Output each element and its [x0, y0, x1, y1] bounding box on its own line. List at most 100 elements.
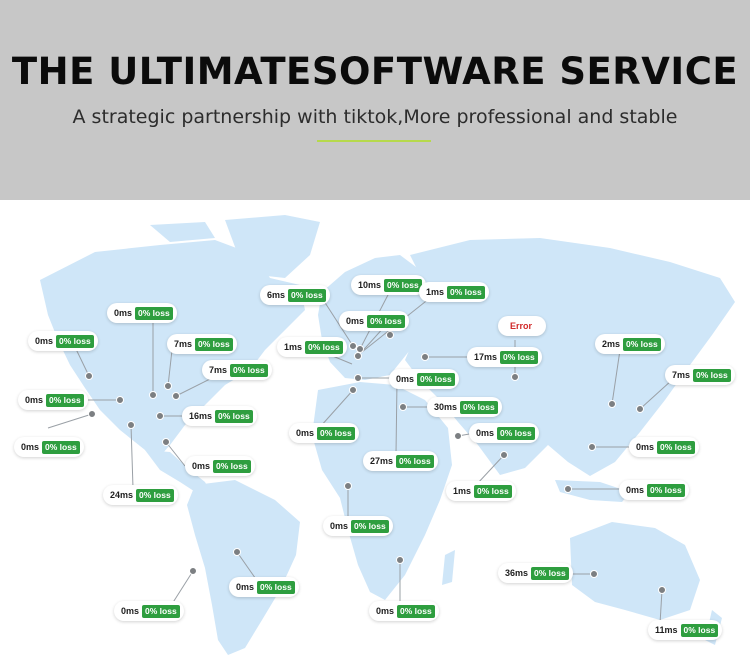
latency-pill: 0ms 0% loss: [114, 601, 184, 621]
latency-value: 27ms: [370, 456, 394, 466]
latency-pill: 1ms 0% loss: [419, 282, 489, 302]
loss-badge: 0% loss: [447, 285, 485, 299]
location-dot: [172, 392, 180, 400]
loss-badge: 0% loss: [500, 350, 538, 364]
location-dot: [590, 570, 598, 578]
latency-value: 0ms: [114, 308, 133, 318]
latency-value: 24ms: [110, 490, 134, 500]
latency-value: 36ms: [505, 568, 529, 578]
loss-badge: 0% loss: [56, 334, 94, 348]
loss-badge: 0% loss: [680, 623, 719, 637]
latency-pill: 7ms 0% loss: [665, 365, 735, 385]
loss-badge: 0% loss: [396, 454, 434, 468]
latency-value: 0ms: [626, 485, 645, 495]
latency-pill: 0ms 0% loss: [389, 369, 459, 389]
location-dot: [500, 451, 508, 459]
latency-pill: 0ms 0% loss: [107, 303, 177, 323]
loss-badge: 0% loss: [305, 340, 343, 354]
latency-value: 17ms: [474, 352, 498, 362]
error-pill: Error: [498, 316, 547, 336]
latency-pill: 0ms 0% loss: [369, 601, 439, 621]
latency-pill: 2ms 0% loss: [595, 334, 665, 354]
loss-badge: 0% loss: [460, 400, 498, 414]
location-dot: [189, 567, 197, 575]
latency-pill: 7ms 0% loss: [202, 360, 272, 380]
location-dot: [127, 421, 135, 429]
latency-value: 0ms: [296, 428, 315, 438]
loss-badge: 0% loss: [136, 488, 174, 502]
latency-value: 0ms: [330, 521, 349, 531]
latency-value: 0ms: [236, 582, 255, 592]
loss-badge: 0% loss: [351, 519, 389, 533]
latency-value: 0ms: [476, 428, 495, 438]
loss-badge: 0% loss: [693, 368, 731, 382]
latency-value: 1ms: [453, 486, 472, 496]
location-dot: [454, 432, 462, 440]
location-dot: [88, 410, 96, 418]
location-dot: [399, 403, 407, 411]
loss-badge: 0% loss: [417, 372, 455, 386]
latency-pill: 7ms 0% loss: [167, 334, 237, 354]
location-dot: [608, 400, 616, 408]
latency-pill: 16ms 0% loss: [182, 406, 257, 426]
latency-pill: 0ms 0% loss: [469, 423, 539, 443]
loss-badge: 0% loss: [42, 440, 80, 454]
loss-badge: 0% loss: [647, 483, 685, 497]
latency-pill: 17ms 0% loss: [467, 347, 542, 367]
latency-value: 16ms: [189, 411, 213, 421]
location-dot: [349, 386, 357, 394]
latency-pill: 11ms 0% loss: [648, 620, 723, 640]
latency-value: 0ms: [121, 606, 140, 616]
latency-pill: 0ms 0% loss: [18, 390, 88, 410]
latency-value: 1ms: [426, 287, 445, 297]
loss-badge: 0% loss: [384, 278, 422, 292]
location-dot: [354, 374, 362, 382]
loss-badge: 0% loss: [195, 337, 233, 351]
location-dot: [344, 482, 352, 490]
loss-badge: 0% loss: [367, 314, 405, 328]
location-dot: [588, 443, 596, 451]
loss-badge: 0% loss: [474, 484, 512, 498]
latency-pill: 0ms 0% loss: [14, 437, 84, 457]
loss-badge: 0% loss: [623, 337, 661, 351]
latency-pill: 0ms 0% loss: [619, 480, 689, 500]
latency-value: 0ms: [192, 461, 211, 471]
location-dot: [396, 556, 404, 564]
latency-pill: 0ms 0% loss: [629, 437, 699, 457]
location-dot: [386, 331, 394, 339]
latency-pill: 36ms 0% loss: [498, 563, 573, 583]
location-dot: [658, 586, 666, 594]
latency-pill: 0ms 0% loss: [339, 311, 409, 331]
latency-value: 0ms: [346, 316, 365, 326]
latency-value: 7ms: [209, 365, 228, 375]
latency-value: 0ms: [25, 395, 44, 405]
latency-pill: 30ms 0% loss: [427, 397, 502, 417]
latency-value: 10ms: [358, 280, 382, 290]
error-label: Error: [510, 321, 533, 331]
latency-value: 0ms: [396, 374, 415, 384]
loss-badge: 0% loss: [142, 604, 180, 618]
latency-value: 2ms: [602, 339, 621, 349]
location-dot: [156, 412, 164, 420]
location-dot: [116, 396, 124, 404]
loss-badge: 0% loss: [397, 604, 435, 618]
loss-badge: 0% loss: [230, 363, 268, 377]
location-dot: [636, 405, 644, 413]
latency-pill: 6ms 0% loss: [260, 285, 330, 305]
latency-pill: 0ms 0% loss: [229, 577, 299, 597]
latency-pill: 24ms 0% loss: [103, 485, 178, 505]
location-dot: [149, 391, 157, 399]
loss-badge: 0% loss: [46, 393, 84, 407]
location-dot: [354, 352, 362, 360]
latency-pill: 10ms 0% loss: [351, 275, 426, 295]
loss-badge: 0% loss: [213, 459, 251, 473]
location-dot: [511, 373, 519, 381]
latency-value: 0ms: [21, 442, 40, 452]
location-dot: [564, 485, 572, 493]
latency-value: 6ms: [267, 290, 286, 300]
loss-badge: 0% loss: [317, 426, 355, 440]
latency-pill: 1ms 0% loss: [277, 337, 347, 357]
latency-value: 30ms: [434, 402, 458, 412]
latency-value: 0ms: [35, 336, 54, 346]
latency-pill: 1ms 0% loss: [446, 481, 516, 501]
